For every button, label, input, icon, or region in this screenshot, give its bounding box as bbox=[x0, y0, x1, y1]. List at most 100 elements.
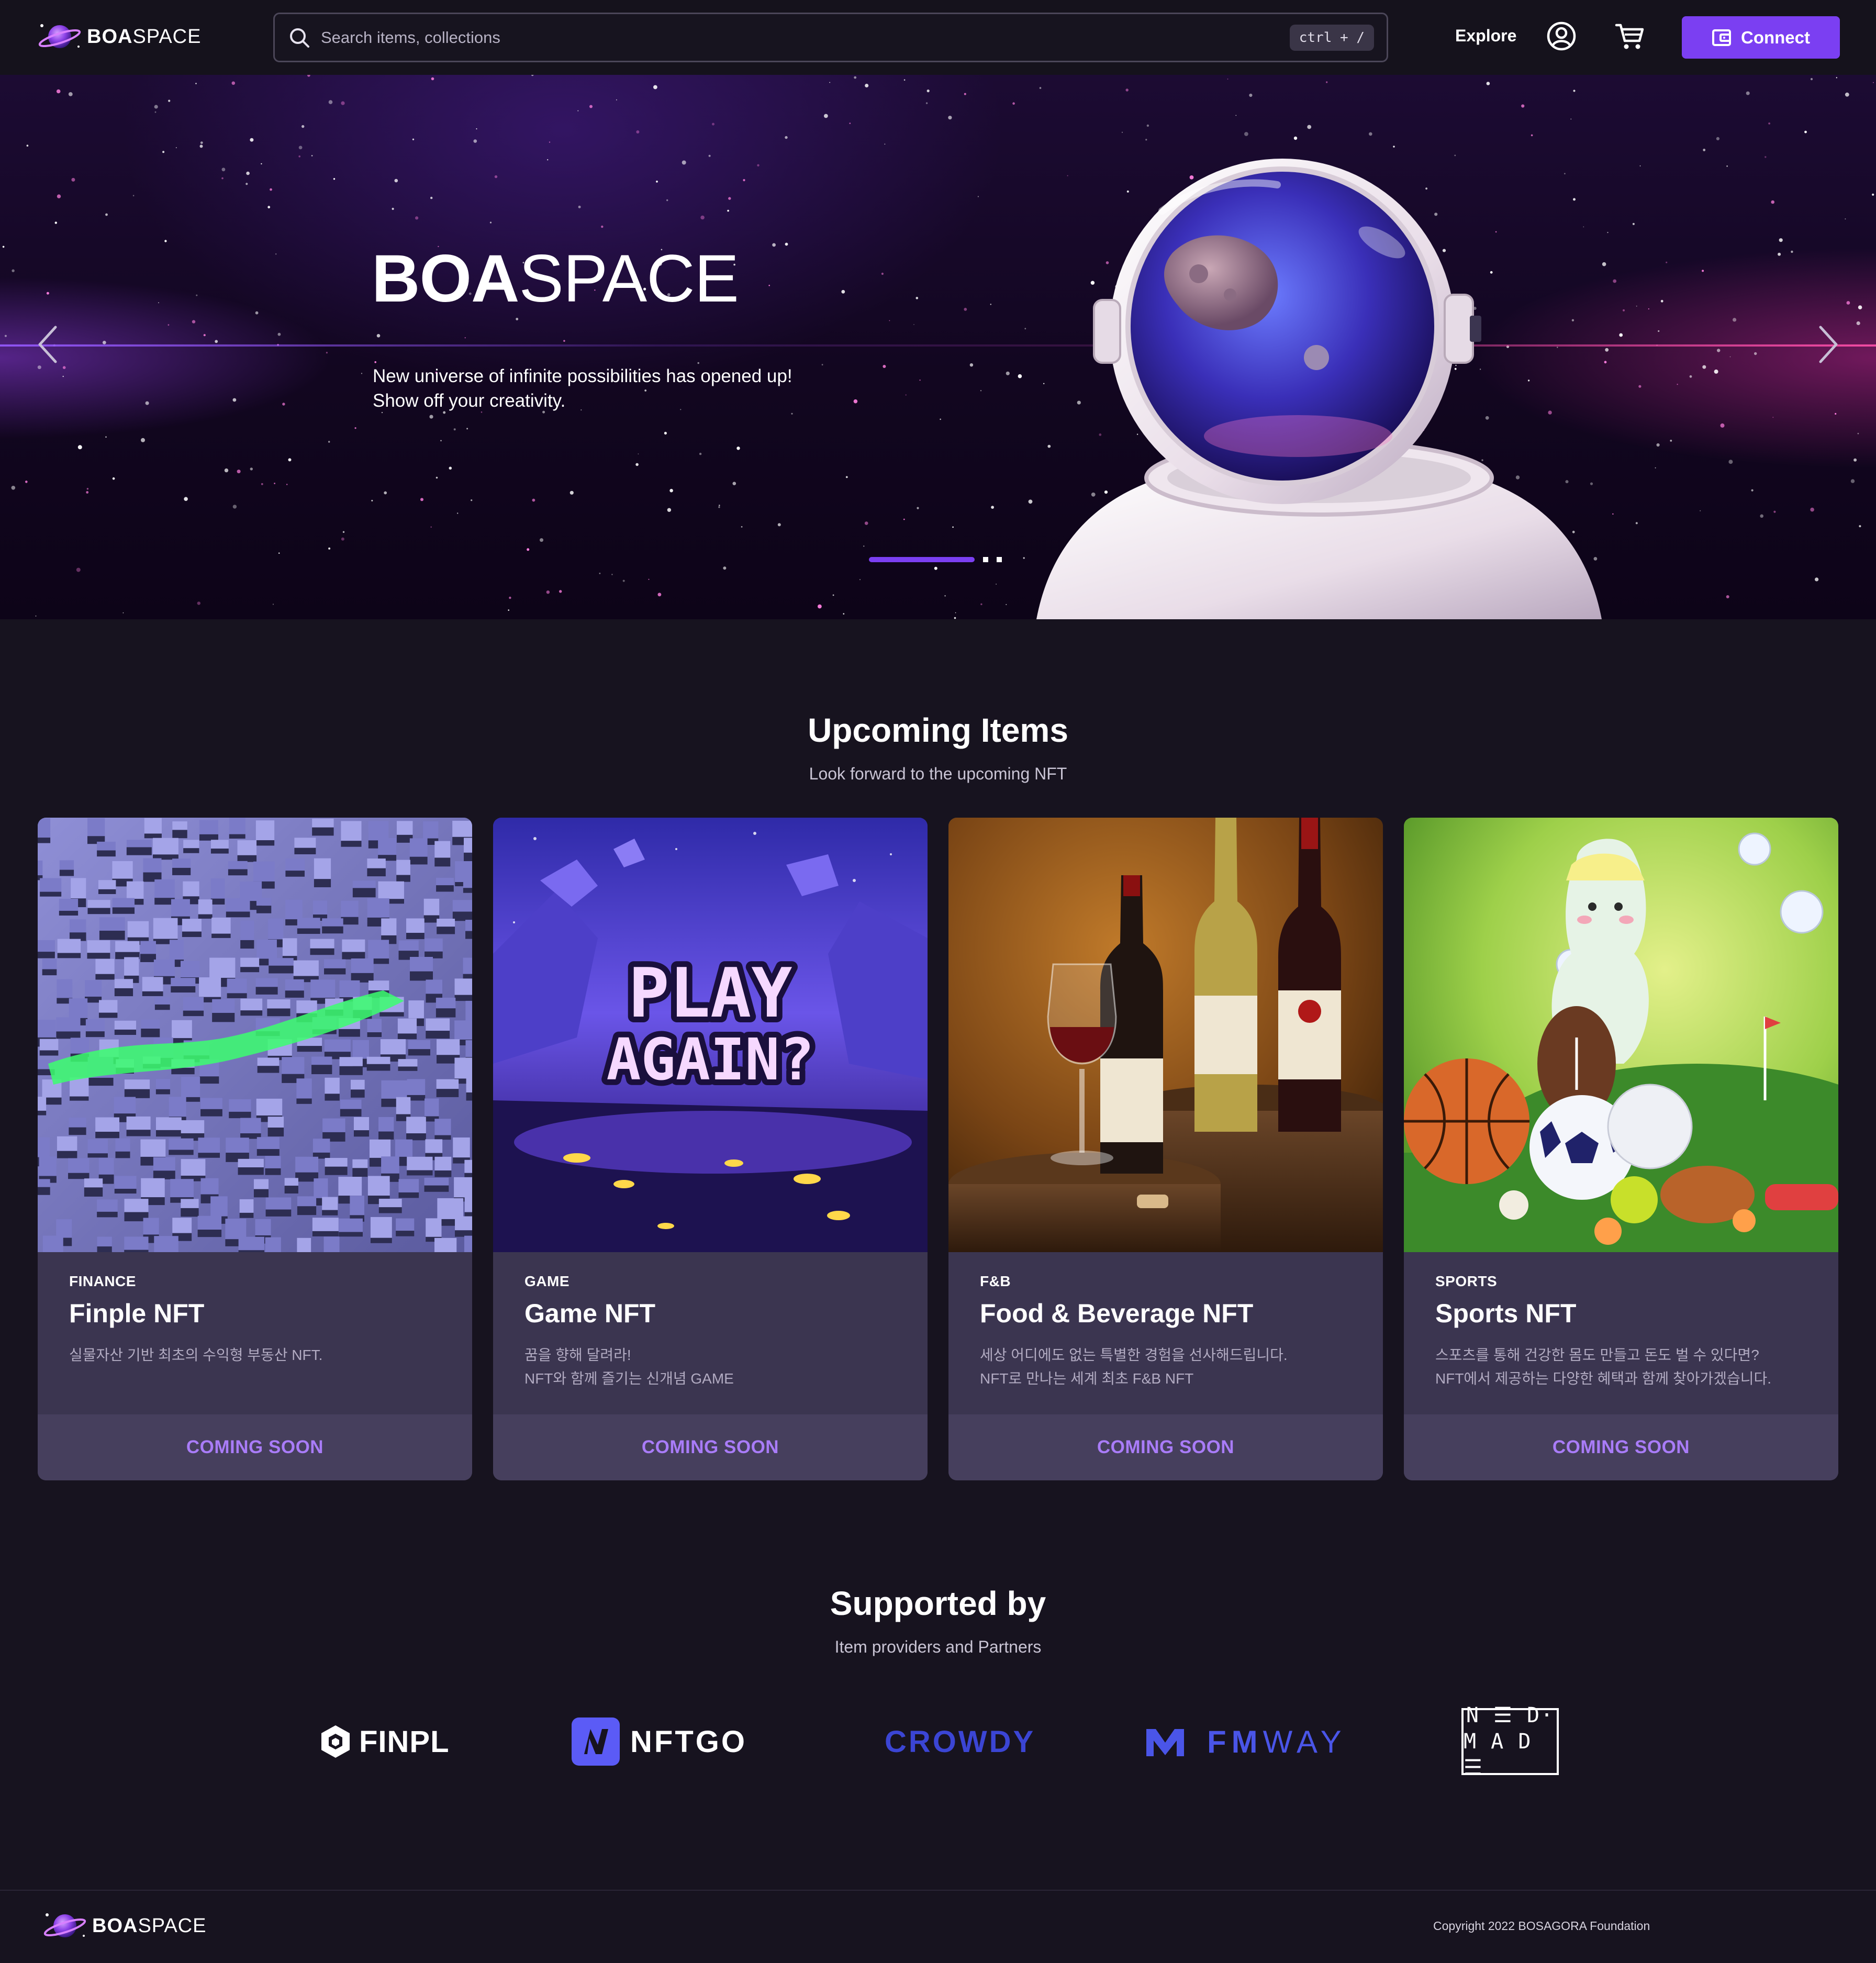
city-building-side bbox=[227, 993, 247, 998]
carousel-dot[interactable] bbox=[997, 557, 1002, 562]
city-building-side bbox=[339, 1066, 363, 1075]
star bbox=[270, 188, 272, 191]
star bbox=[666, 199, 668, 202]
city-building bbox=[170, 1179, 194, 1198]
coming-soon-button[interactable]: COMING SOON bbox=[948, 1414, 1383, 1480]
partner-fmway-logo[interactable]: FMWAY bbox=[1144, 1708, 1347, 1776]
city-building bbox=[396, 821, 413, 835]
star bbox=[601, 225, 604, 228]
star bbox=[741, 526, 743, 528]
city-building bbox=[426, 1218, 442, 1237]
city-building bbox=[454, 1057, 472, 1079]
star bbox=[412, 138, 415, 140]
footer-logo[interactable]: BOASPACE bbox=[42, 1910, 206, 1942]
cart-icon[interactable] bbox=[1613, 20, 1646, 52]
upcoming-section-title: Upcoming Items bbox=[808, 711, 1068, 749]
nft-card-game[interactable]: PLAY PLAY AGAIN? AGAIN? GAME Game NFT 꿈을… bbox=[493, 818, 928, 1480]
city-building bbox=[87, 900, 110, 908]
star bbox=[105, 213, 108, 216]
partner-crowdy-logo[interactable]: CROWDY bbox=[885, 1708, 1035, 1776]
coming-soon-button[interactable]: COMING SOON bbox=[38, 1414, 472, 1480]
chevron-right-icon[interactable] bbox=[1812, 321, 1844, 368]
star bbox=[859, 579, 861, 581]
city-building bbox=[436, 1079, 459, 1089]
partner-needmade-logo[interactable]: N ☰ D· M A D ☰ bbox=[1461, 1703, 1559, 1780]
star bbox=[1850, 479, 1855, 483]
city-building bbox=[141, 1019, 160, 1029]
nft-card-fnb[interactable]: F&B Food & Beverage NFT 세상 어디에도 없는 특별한 경… bbox=[948, 818, 1383, 1480]
upcoming-section-subtitle: Look forward to the upcoming NFT bbox=[809, 764, 1067, 783]
star bbox=[12, 269, 15, 272]
city-building bbox=[142, 977, 163, 991]
city-building bbox=[322, 918, 343, 927]
star bbox=[1146, 124, 1149, 127]
city-building-side bbox=[97, 1246, 112, 1252]
star bbox=[955, 612, 956, 614]
city-building bbox=[293, 960, 319, 976]
city-building-side bbox=[98, 1012, 118, 1018]
nft-card-finance[interactable]: FINANCE Finple NFT 실물자산 기반 최초의 수익형 부동산 N… bbox=[38, 818, 472, 1480]
city-building-side bbox=[434, 857, 451, 867]
city-building bbox=[454, 1020, 472, 1040]
user-icon[interactable] bbox=[1545, 20, 1578, 52]
city-building-side bbox=[59, 869, 74, 876]
carousel-dot-active[interactable] bbox=[869, 557, 975, 562]
city-building bbox=[426, 1018, 450, 1031]
partner-nftgo-logo[interactable]: NFTGO bbox=[572, 1708, 747, 1776]
city-building bbox=[226, 1137, 249, 1153]
coming-soon-button[interactable]: COMING SOON bbox=[493, 1414, 928, 1480]
city-building bbox=[341, 821, 362, 841]
city-building bbox=[297, 1237, 311, 1252]
city-building-side bbox=[98, 889, 116, 894]
city-building bbox=[154, 997, 170, 1005]
partner-finpl-logo[interactable]: FINPL bbox=[319, 1708, 450, 1776]
star bbox=[224, 468, 229, 473]
star bbox=[1122, 131, 1123, 133]
city-building bbox=[141, 1178, 165, 1198]
header-logo[interactable]: BOASPACE bbox=[37, 20, 201, 53]
star bbox=[1746, 91, 1750, 95]
city-building bbox=[367, 1176, 390, 1196]
star bbox=[1856, 321, 1860, 326]
city-building bbox=[397, 1018, 417, 1034]
city-building bbox=[284, 1178, 298, 1186]
carousel-dot[interactable] bbox=[983, 557, 988, 562]
search-input[interactable] bbox=[321, 16, 1290, 59]
star bbox=[944, 595, 946, 597]
star bbox=[1486, 82, 1490, 85]
star bbox=[1845, 218, 1846, 220]
star bbox=[184, 497, 188, 501]
city-building bbox=[297, 1196, 317, 1207]
nft-card-sports[interactable]: SPORTS Sports NFT 스포츠를 통해 건강한 몸도 만들고 돈도 … bbox=[1404, 818, 1838, 1480]
search-bar[interactable]: ctrl + / bbox=[273, 13, 1388, 62]
star bbox=[768, 285, 770, 286]
city-building bbox=[181, 1077, 200, 1097]
star bbox=[11, 486, 16, 490]
city-building-side bbox=[87, 908, 110, 914]
finpl-cube-icon bbox=[321, 1725, 350, 1758]
star bbox=[636, 130, 640, 133]
hero-subtitle: New universe of infinite possibilities h… bbox=[373, 364, 792, 413]
star bbox=[1773, 510, 1776, 513]
city-building-side bbox=[197, 1229, 222, 1237]
explore-link[interactable]: Explore bbox=[1455, 26, 1516, 46]
city-building-side bbox=[238, 1167, 264, 1175]
copyright-text: Copyright 2022 BOSAGORA Foundation bbox=[1433, 1919, 1650, 1933]
chevron-left-icon[interactable] bbox=[32, 321, 64, 368]
city-building bbox=[325, 1077, 340, 1094]
star bbox=[589, 105, 593, 108]
city-building-side bbox=[59, 910, 79, 916]
connect-label: Connect bbox=[1741, 27, 1810, 47]
city-building bbox=[381, 918, 397, 935]
star bbox=[237, 470, 241, 474]
connect-wallet-button[interactable]: Connect bbox=[1682, 16, 1840, 59]
city-building bbox=[229, 818, 245, 834]
star bbox=[1765, 156, 1767, 158]
star bbox=[578, 205, 581, 208]
city-building bbox=[341, 900, 359, 917]
city-building bbox=[396, 860, 410, 875]
city-building bbox=[97, 1236, 112, 1247]
coming-soon-button[interactable]: COMING SOON bbox=[1404, 1414, 1838, 1480]
star bbox=[527, 548, 530, 551]
svg-text:PLAY: PLAY bbox=[628, 953, 792, 1033]
